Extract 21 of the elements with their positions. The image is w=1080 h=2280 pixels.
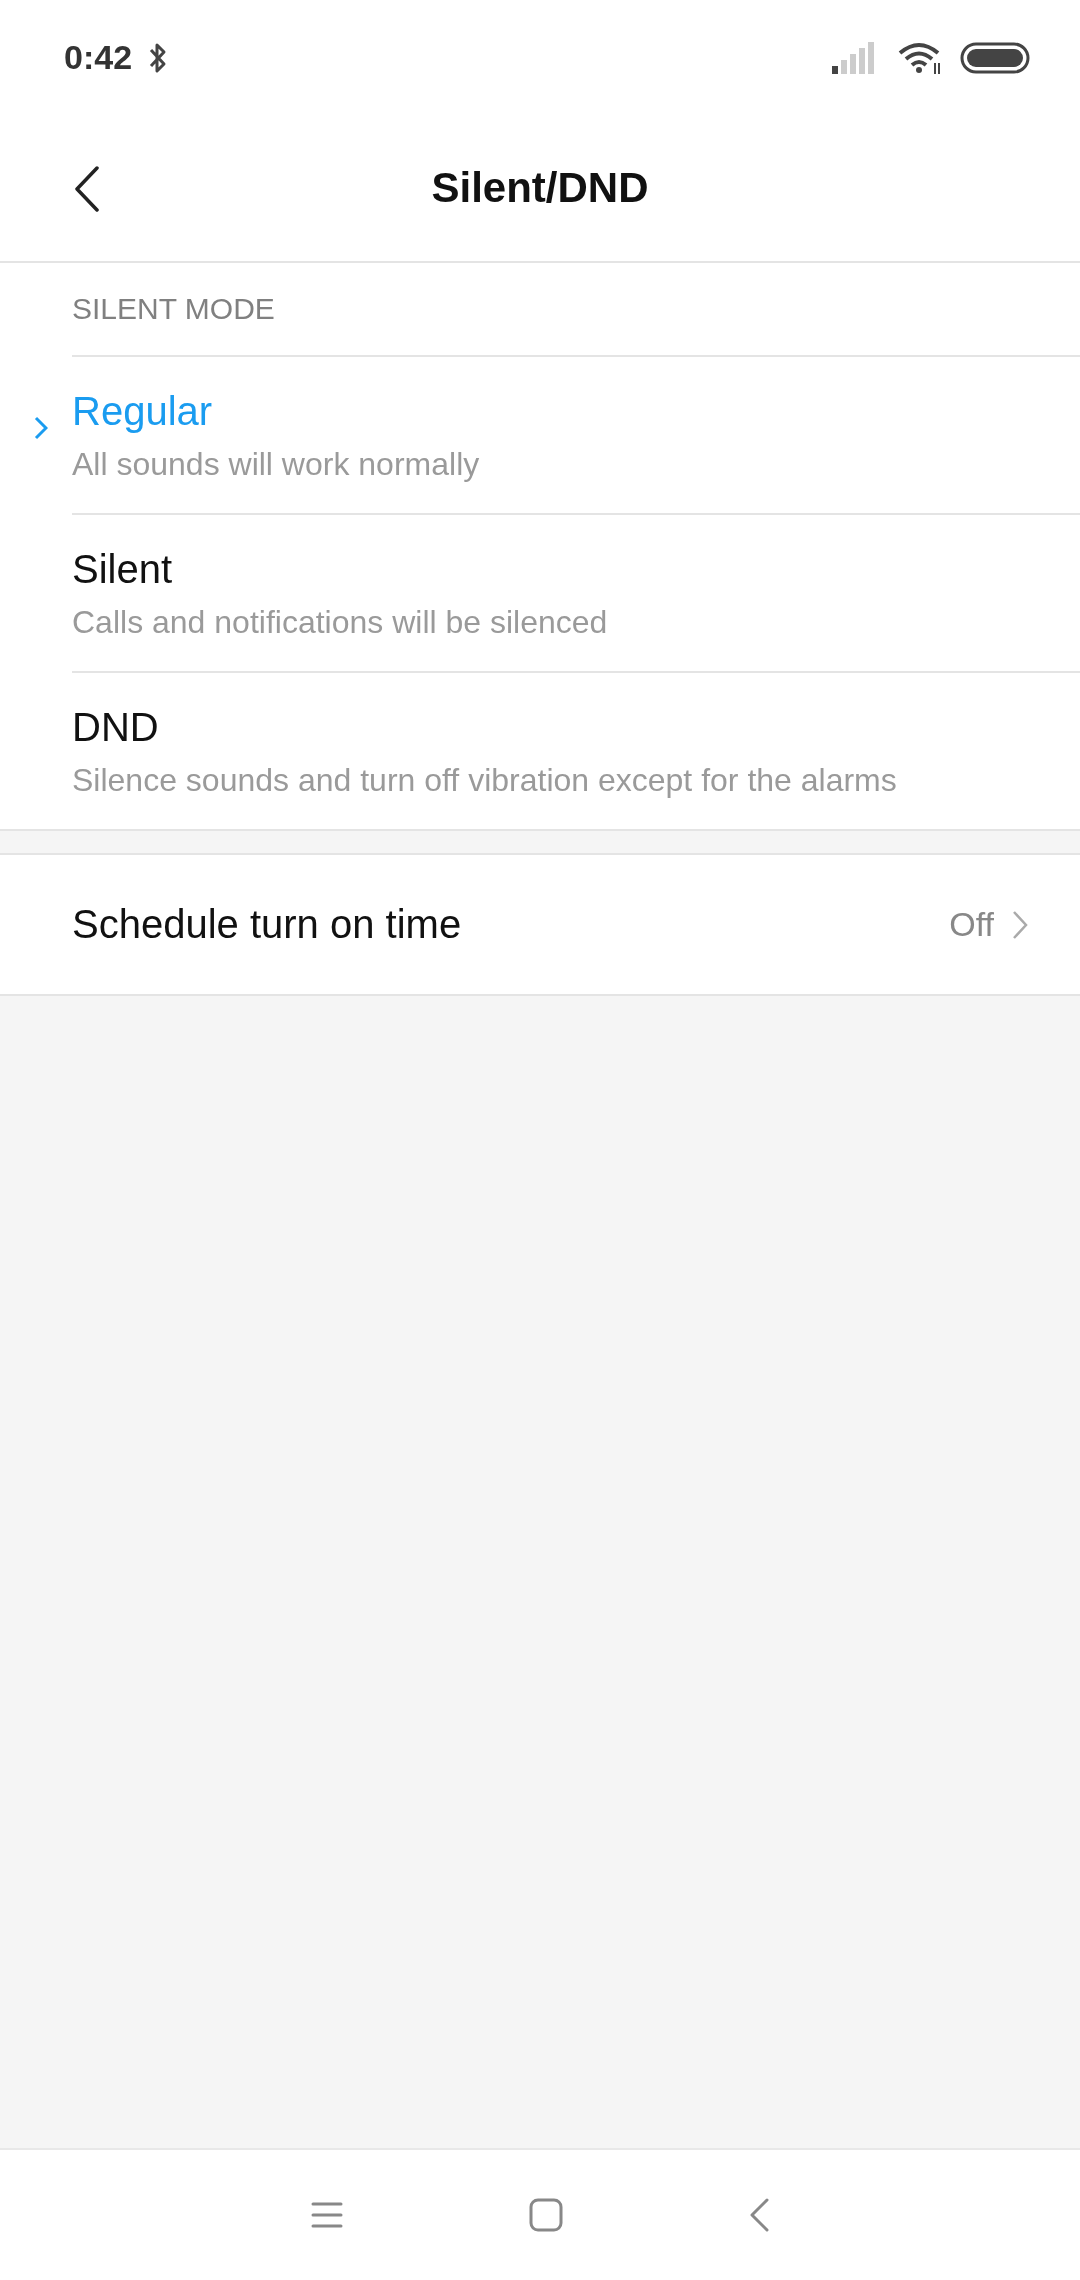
mode-description: Silence sounds and turn off vibration except for the alarms xyxy=(72,761,898,800)
page-title: Silent/DND xyxy=(431,164,649,212)
back-icon[interactable] xyxy=(74,166,100,212)
schedule-value: Off xyxy=(949,905,994,944)
battery-icon xyxy=(960,41,1030,74)
menu-icon[interactable] xyxy=(311,2201,343,2229)
status-time: 0:42 xyxy=(64,38,133,77)
mode-description: Calls and notifications will be silenced xyxy=(72,603,609,642)
section-header: SILENT MODE xyxy=(72,292,275,326)
chevron-icon xyxy=(34,416,48,440)
mode-title: Regular xyxy=(72,388,214,435)
mode-option[interactable]: DND Silence sounds and turn off vibration except for the alarms xyxy=(72,673,1080,829)
mode-title: DND xyxy=(72,704,160,751)
home-icon[interactable] xyxy=(529,2198,563,2232)
schedule-label: Schedule turn on time xyxy=(72,902,463,947)
mode-description: All sounds will work normally xyxy=(72,445,481,484)
signal-icon xyxy=(832,41,874,74)
schedule-row[interactable]: Schedule turn on time Off xyxy=(0,853,1080,996)
mode-title: Silent xyxy=(72,546,174,593)
chevron-icon xyxy=(1012,909,1028,940)
mode-option[interactable]: Silent Calls and notifications will be silenced xyxy=(72,515,1080,673)
